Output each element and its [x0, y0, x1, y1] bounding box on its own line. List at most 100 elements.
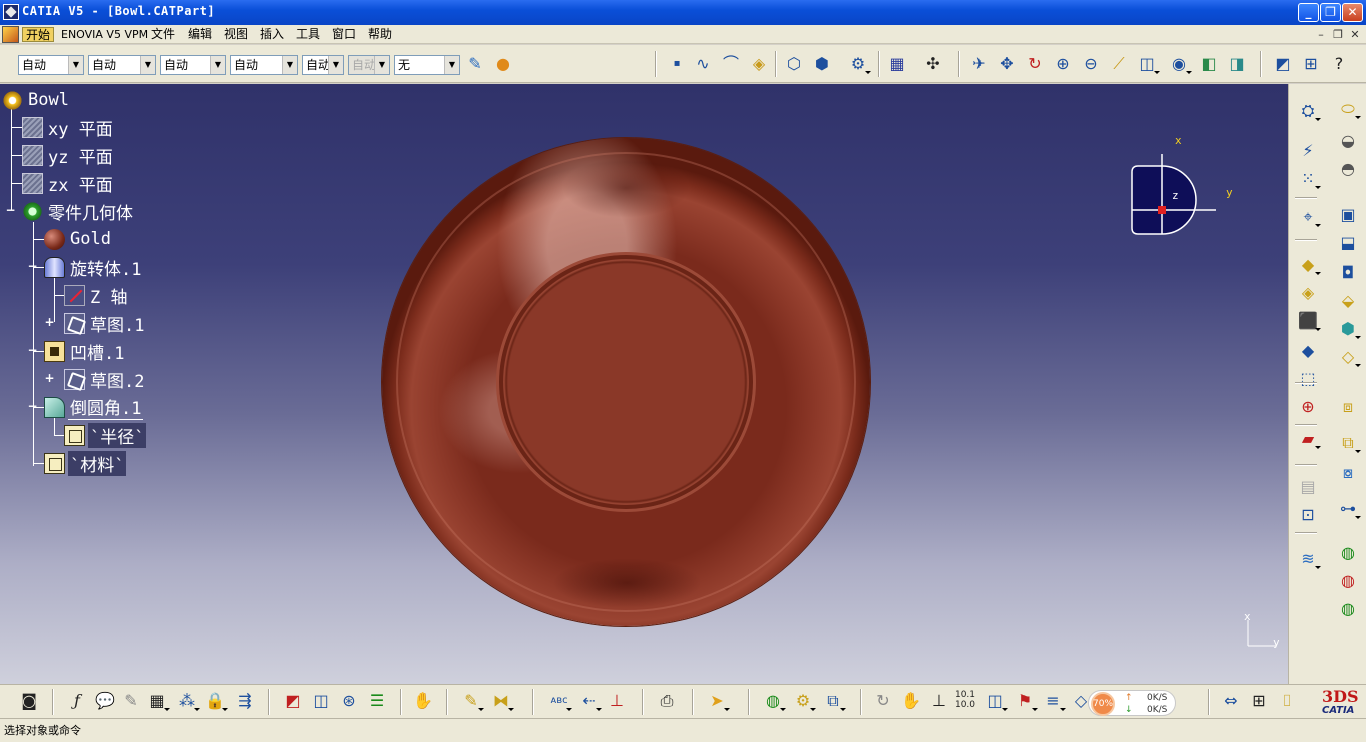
sketcher-frame-icon[interactable]: ▣ [1337, 204, 1359, 226]
swap-space-icon[interactable]: ◨ [1226, 53, 1248, 75]
reference-element-icon[interactable]: ⊡ [1297, 504, 1319, 526]
pattern-icon[interactable]: ⁙ [1297, 168, 1321, 190]
tree-node-material-parameter[interactable]: `材料` [44, 450, 127, 476]
intersect-icon[interactable]: ⧇ [1337, 462, 1359, 484]
comment-icon[interactable]: 💬 [94, 690, 116, 712]
grid-icon[interactable]: ▦ [886, 53, 908, 75]
restore-button[interactable]: ❐ [1320, 3, 1341, 22]
properties-icon[interactable]: ● [492, 53, 514, 75]
axis-system-icon[interactable]: ⊥ [928, 690, 950, 712]
menu-edit[interactable]: 编辑 [185, 27, 215, 42]
menu-file[interactable]: 文件 [148, 27, 178, 42]
tools-palette-icon[interactable]: ✋ [412, 690, 434, 712]
update-icon[interactable]: ↻ [872, 690, 894, 712]
zoom-in-icon[interactable]: ⊕ [1052, 53, 1074, 75]
render-style-icon[interactable]: ◉ [1168, 53, 1192, 75]
tree-node-material[interactable]: Gold [44, 227, 113, 251]
boolean-icon[interactable]: ⧈ [1337, 396, 1359, 418]
measure-between-icon[interactable]: ⧓ [490, 690, 514, 712]
capture-camera-icon[interactable]: ◙ [18, 690, 40, 712]
rotate-icon[interactable]: ↻ [1024, 53, 1046, 75]
dropdown-arrow-icon[interactable]: ▼ [328, 56, 343, 74]
collapse-icon[interactable]: − [27, 260, 38, 272]
workbench-tree-icon[interactable]: ⚙ [847, 53, 871, 75]
bowl-model[interactable] [382, 138, 870, 626]
doc-restore-button[interactable]: ❐ [1331, 28, 1345, 41]
tree-node-radius-parameter[interactable]: `半径` [64, 422, 147, 448]
catalog-icon[interactable]: ⊞ [1300, 53, 1322, 75]
scan-icon[interactable]: ⊛ [338, 690, 360, 712]
graphic-property-combo-5[interactable]: 自动 ▼ [302, 55, 344, 75]
menu-start[interactable]: 开始 [22, 27, 55, 42]
catia-app-icon[interactable] [3, 4, 19, 20]
analysis-icon[interactable]: ◍ [1337, 570, 1359, 592]
analysis-tool-icon[interactable]: ⚑ [1014, 690, 1038, 712]
tree-node-sketch-2[interactable]: 草图.2 [64, 367, 146, 392]
dropdown-arrow-icon[interactable]: ▼ [210, 56, 225, 74]
dress-up-icon[interactable]: ◆ [1297, 254, 1321, 276]
rule-icon[interactable]: ✎ [120, 690, 142, 712]
dropdown-arrow-icon[interactable]: ▼ [444, 56, 459, 74]
scan-edit-icon[interactable]: ✎ [460, 690, 484, 712]
shell-icon[interactable]: ⬛ [1297, 310, 1321, 332]
transform-icon[interactable]: ⌖ [1297, 206, 1321, 228]
hole-icon[interactable]: ⬓ [1337, 232, 1359, 254]
tree-node-xy-plane[interactable]: xy 平面 [22, 115, 115, 140]
point-icon[interactable]: ▪ [666, 53, 688, 75]
expand-icon[interactable]: + [44, 372, 55, 384]
layers-icon[interactable]: ≋ [1297, 548, 1321, 570]
constraint-icon[interactable]: ⚡ [1297, 140, 1319, 162]
tree-node-yz-plane[interactable]: yz 平面 [22, 143, 115, 168]
iso-view-icon[interactable]: ◫ [1136, 53, 1160, 75]
tree-node-fillet[interactable]: 倒圆角.1 [44, 395, 144, 420]
dimension-icon[interactable]: ⊥ [606, 690, 628, 712]
print-icon[interactable]: ⎙ [656, 690, 678, 712]
remove-face-icon[interactable]: ◇ [1337, 346, 1361, 368]
manual-update-icon[interactable]: ✋ [900, 690, 922, 712]
3d-viewport[interactable]: Bowl xy 平面 yz 平面 zx 平面 − 零件几何体 Gold − 旋转… [0, 84, 1288, 684]
menu-view[interactable]: 视图 [221, 27, 251, 42]
graphic-property-combo-2[interactable]: 自动 ▼ [88, 55, 156, 75]
draft-icon[interactable]: ⬙ [1337, 290, 1359, 312]
hide-show-icon[interactable]: ◧ [1198, 53, 1220, 75]
whats-this-icon[interactable]: ? [1328, 53, 1350, 75]
text-annotation-icon[interactable]: ᴀʙᴄ [548, 690, 572, 712]
surface-icon[interactable]: ▰ [1297, 428, 1321, 450]
pan-icon[interactable]: ✥ [996, 53, 1018, 75]
collapse-icon[interactable]: − [27, 400, 38, 412]
menu-window[interactable]: 窗口 [329, 27, 359, 42]
menu-tools[interactable]: 工具 [293, 27, 323, 42]
minimize-button[interactable]: _ [1298, 3, 1319, 22]
apply-material-icon[interactable]: ◍ [1337, 542, 1359, 564]
units-icon[interactable]: 10.1 10.0 [954, 690, 976, 712]
assemble-icon[interactable]: ⧉ [1337, 432, 1361, 454]
formula-icon[interactable]: ƒ [66, 690, 88, 712]
tree-node-root[interactable]: Bowl [2, 88, 71, 112]
measure-icon[interactable]: ⊕ [1297, 396, 1319, 418]
tree-node-zx-plane[interactable]: zx 平面 [22, 171, 115, 196]
lock-icon[interactable]: 🔒 [204, 690, 228, 712]
start-menu-icon[interactable] [2, 26, 19, 43]
expand-icon[interactable]: + [44, 316, 55, 328]
union-trim-icon[interactable]: ⊶ [1337, 498, 1361, 520]
title-bar[interactable]: CATIA V5 - [Bowl.CATPart] _ ❐ ✕ [0, 0, 1366, 25]
pad-icon[interactable]: ⬭ [1337, 98, 1361, 120]
stack-icon[interactable]: ☰ [366, 690, 388, 712]
sketch-based-icon[interactable]: ⛭ [1297, 100, 1321, 122]
collapse-icon[interactable]: − [5, 204, 16, 216]
instantiate-icon[interactable]: ⧉ [822, 690, 846, 712]
tree-node-part-body[interactable]: 零件几何体 [22, 199, 135, 224]
graphic-property-combo-1[interactable]: 自动 ▼ [18, 55, 84, 75]
box-icon[interactable]: ◘ [1337, 262, 1359, 284]
fly-mode-icon[interactable]: ✈ [968, 53, 990, 75]
dropdown-arrow-icon[interactable]: ▼ [140, 56, 155, 74]
doc-minimize-button[interactable]: – [1314, 28, 1328, 41]
measure-distance-icon[interactable]: ⇔ [1220, 690, 1242, 712]
normal-view-icon[interactable]: ⟋ [1108, 53, 1130, 75]
sketcher-icon[interactable]: ◩ [1272, 53, 1294, 75]
close-button[interactable]: ✕ [1342, 3, 1363, 22]
menu-insert[interactable]: 插入 [257, 27, 287, 42]
arc-icon[interactable]: ⌒ [720, 53, 742, 75]
tree-node-pocket[interactable]: 凹槽.1 [44, 339, 126, 364]
cube-view-icon[interactable]: ⬡ [783, 53, 805, 75]
